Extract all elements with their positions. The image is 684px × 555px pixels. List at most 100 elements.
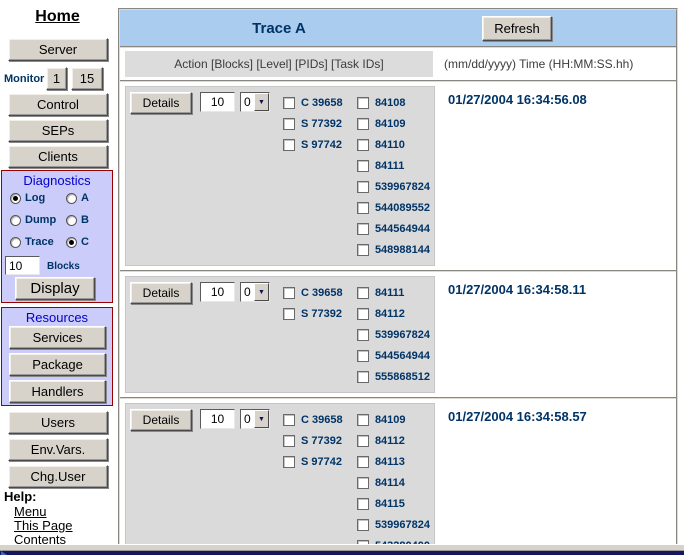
checkbox-item[interactable]: 84110 xyxy=(357,134,430,155)
chg-user-button[interactable]: Chg.User xyxy=(8,465,108,488)
blocks-count-input[interactable] xyxy=(5,256,40,275)
horizontal-scrollbar[interactable] xyxy=(0,544,684,551)
radio-log[interactable]: Log xyxy=(10,191,45,205)
handlers-button[interactable]: Handlers xyxy=(9,380,106,403)
monitor-15-button[interactable]: 15 xyxy=(71,67,103,90)
checkbox-item[interactable]: S 97742 xyxy=(283,134,357,155)
level-select[interactable]: 0 ▼ xyxy=(240,282,270,302)
checkbox-item[interactable]: 84112 xyxy=(357,430,430,451)
level-select[interactable]: 0 ▼ xyxy=(240,92,270,112)
checkbox-item[interactable]: S 77392 xyxy=(283,113,357,134)
checkbox[interactable] xyxy=(357,477,369,489)
help-menu-link[interactable]: Menu xyxy=(14,504,47,519)
checkbox[interactable] xyxy=(357,308,369,320)
details-button[interactable]: Details xyxy=(130,282,192,304)
server-button[interactable]: Server xyxy=(8,38,108,61)
radio-dump[interactable]: Dump xyxy=(10,213,56,227)
checkbox[interactable] xyxy=(357,287,369,299)
radio-b[interactable]: B xyxy=(66,213,89,227)
checkbox-item[interactable]: 539967824 xyxy=(357,176,430,197)
checkbox[interactable] xyxy=(283,97,295,109)
package-button[interactable]: Package xyxy=(9,353,106,376)
users-button[interactable]: Users xyxy=(8,411,108,434)
checkbox-item[interactable]: S 77392 xyxy=(283,430,357,451)
checkbox-item[interactable]: C 39658 xyxy=(283,409,357,430)
checkbox-item[interactable]: 84112 xyxy=(357,303,430,324)
diagnostics-title: Diagnostics xyxy=(2,171,112,188)
checkbox[interactable] xyxy=(283,139,295,151)
checkbox-item[interactable]: 84109 xyxy=(357,409,430,430)
checkbox-item[interactable]: 544564944 xyxy=(357,218,430,239)
level-select[interactable]: 0 ▼ xyxy=(240,409,270,429)
level-select-value: 0 xyxy=(241,283,254,301)
help-thispage-link[interactable]: This Page xyxy=(14,518,73,533)
checkbox-label: 84112 xyxy=(375,308,405,320)
checkbox-item[interactable]: C 39658 xyxy=(283,92,357,113)
checkbox[interactable] xyxy=(283,118,295,130)
checkbox-item[interactable]: 84108 xyxy=(357,92,430,113)
checkbox[interactable] xyxy=(357,181,369,193)
checkbox-item[interactable]: 84114 xyxy=(357,472,430,493)
checkbox-item[interactable]: S 77392 xyxy=(283,303,357,324)
env-vars-button[interactable]: Env.Vars. xyxy=(8,438,108,461)
checkbox-item[interactable]: 548988144 xyxy=(357,239,430,260)
details-button[interactable]: Details xyxy=(130,409,192,431)
timestamp: 01/27/2004 16:34:58.57 xyxy=(448,409,587,424)
trace-block: Details 0 ▼ C 39658 S 77392 S 97742 8410… xyxy=(125,403,435,548)
radio-c[interactable]: C xyxy=(66,235,89,249)
checkbox[interactable] xyxy=(357,329,369,341)
blocks-input[interactable] xyxy=(200,282,235,302)
clients-button[interactable]: Clients xyxy=(8,145,108,168)
checkbox[interactable] xyxy=(283,287,295,299)
blocks-input[interactable] xyxy=(200,409,235,429)
pid-column: C 39658 S 77392 S 97742 xyxy=(283,409,357,472)
display-button[interactable]: Display xyxy=(15,277,95,300)
details-button[interactable]: Details xyxy=(130,92,192,114)
checkbox[interactable] xyxy=(357,371,369,383)
checkbox-item[interactable]: 544089552 xyxy=(357,197,430,218)
blocks-input[interactable] xyxy=(200,92,235,112)
checkbox[interactable] xyxy=(283,456,295,468)
checkbox[interactable] xyxy=(283,435,295,447)
checkbox[interactable] xyxy=(357,414,369,426)
checkbox-item[interactable]: 539967824 xyxy=(357,324,430,345)
checkbox-item[interactable]: 84113 xyxy=(357,451,430,472)
services-button[interactable]: Services xyxy=(9,326,106,349)
checkbox-item[interactable]: 84111 xyxy=(357,282,430,303)
checkbox[interactable] xyxy=(357,223,369,235)
checkbox[interactable] xyxy=(357,519,369,531)
chevron-down-icon[interactable]: ▼ xyxy=(254,283,269,301)
checkbox-item[interactable]: 539967824 xyxy=(357,514,430,535)
checkbox-item[interactable]: 555868512 xyxy=(357,366,430,387)
checkbox-item[interactable]: S 97742 xyxy=(283,451,357,472)
monitor-1-button[interactable]: 1 xyxy=(46,67,67,90)
radio-trace[interactable]: Trace xyxy=(10,235,54,249)
chevron-down-icon[interactable]: ▼ xyxy=(254,93,269,111)
chevron-down-icon[interactable]: ▼ xyxy=(254,410,269,428)
checkbox[interactable] xyxy=(357,435,369,447)
checkbox-item[interactable]: C 39658 xyxy=(283,282,357,303)
checkbox[interactable] xyxy=(357,118,369,130)
checkbox[interactable] xyxy=(357,160,369,172)
checkbox[interactable] xyxy=(283,414,295,426)
checkbox[interactable] xyxy=(357,97,369,109)
radio-a[interactable]: A xyxy=(66,191,89,205)
home-link[interactable]: Home xyxy=(0,8,115,26)
checkbox[interactable] xyxy=(357,350,369,362)
checkbox[interactable] xyxy=(283,308,295,320)
checkbox[interactable] xyxy=(357,498,369,510)
checkbox[interactable] xyxy=(357,139,369,151)
checkbox-item[interactable]: 84115 xyxy=(357,493,430,514)
control-button[interactable]: Control xyxy=(8,93,108,116)
blocks-count-label: Blocks xyxy=(47,261,80,272)
seps-button[interactable]: SEPs xyxy=(8,119,108,142)
checkbox[interactable] xyxy=(357,202,369,214)
refresh-button[interactable]: Refresh xyxy=(482,16,552,41)
checkbox-item[interactable]: 544564944 xyxy=(357,345,430,366)
checkbox-item[interactable]: 84111 xyxy=(357,155,430,176)
checkbox-label: 539967824 xyxy=(375,519,430,531)
checkbox[interactable] xyxy=(357,244,369,256)
checkbox[interactable] xyxy=(357,456,369,468)
trace-row: Details 0 ▼ C 39658 S 77392 S 97742 8410… xyxy=(120,399,676,548)
checkbox-item[interactable]: 84109 xyxy=(357,113,430,134)
